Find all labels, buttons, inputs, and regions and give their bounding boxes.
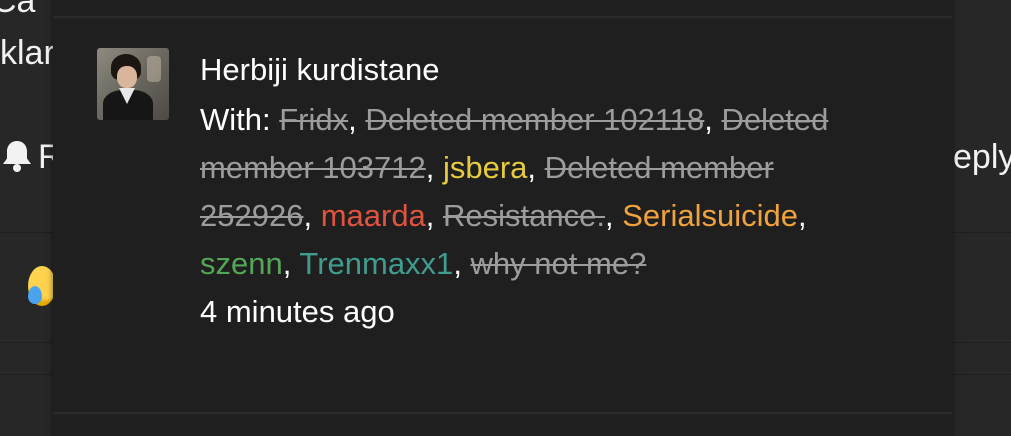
- avatar-face: [117, 66, 137, 88]
- bell-icon[interactable]: [0, 138, 34, 174]
- participant-link[interactable]: Deleted member 102118: [365, 102, 704, 137]
- participant-link[interactable]: szenn: [200, 246, 283, 281]
- participant-link[interactable]: why not me?: [471, 246, 647, 281]
- participant-separator: ,: [527, 150, 545, 185]
- participant-link[interactable]: Fridx: [279, 102, 348, 137]
- background-text-fragment: Ca: [0, 0, 36, 20]
- participant-separator: ,: [704, 102, 722, 137]
- participant-link[interactable]: Serialsuicide: [622, 198, 798, 233]
- user-avatar[interactable]: [97, 48, 169, 120]
- participant-link[interactable]: Resistance.: [443, 198, 605, 233]
- participants-line: With: Fridx, Deleted member 102118, Dele…: [200, 96, 880, 288]
- participant-separator: ,: [348, 102, 366, 137]
- participant-link[interactable]: maarda: [321, 198, 426, 233]
- tear-icon: [28, 286, 42, 304]
- participant-separator: ,: [798, 198, 807, 233]
- avatar-background-light: [147, 56, 161, 82]
- participant-link[interactable]: jsbera: [443, 150, 527, 185]
- timestamp: 4 minutes ago: [200, 294, 395, 329]
- participants-list: Fridx, Deleted member 102118, Deleted me…: [200, 102, 828, 281]
- participant-link[interactable]: Trenmaxx1: [299, 246, 453, 281]
- background-thread-title-fragment: klar: [0, 34, 55, 72]
- background-reply-fragment[interactable]: eply: [953, 140, 1011, 174]
- participant-separator: ,: [425, 198, 444, 233]
- participant-separator: ,: [425, 150, 443, 185]
- participant-separator: ,: [453, 246, 471, 281]
- conversation-notification-popup[interactable]: Herbiji kurdistane With: Fridx, Deleted …: [53, 0, 952, 436]
- notification-content: Herbiji kurdistane With: Fridx, Deleted …: [200, 48, 880, 336]
- popup-divider: [53, 412, 952, 414]
- popup-divider: [53, 16, 952, 18]
- participant-separator: ,: [282, 246, 300, 281]
- conversation-title[interactable]: Herbiji kurdistane: [200, 48, 880, 92]
- participant-separator: ,: [303, 198, 321, 233]
- with-label: With:: [200, 102, 271, 137]
- participant-separator: ,: [605, 198, 623, 233]
